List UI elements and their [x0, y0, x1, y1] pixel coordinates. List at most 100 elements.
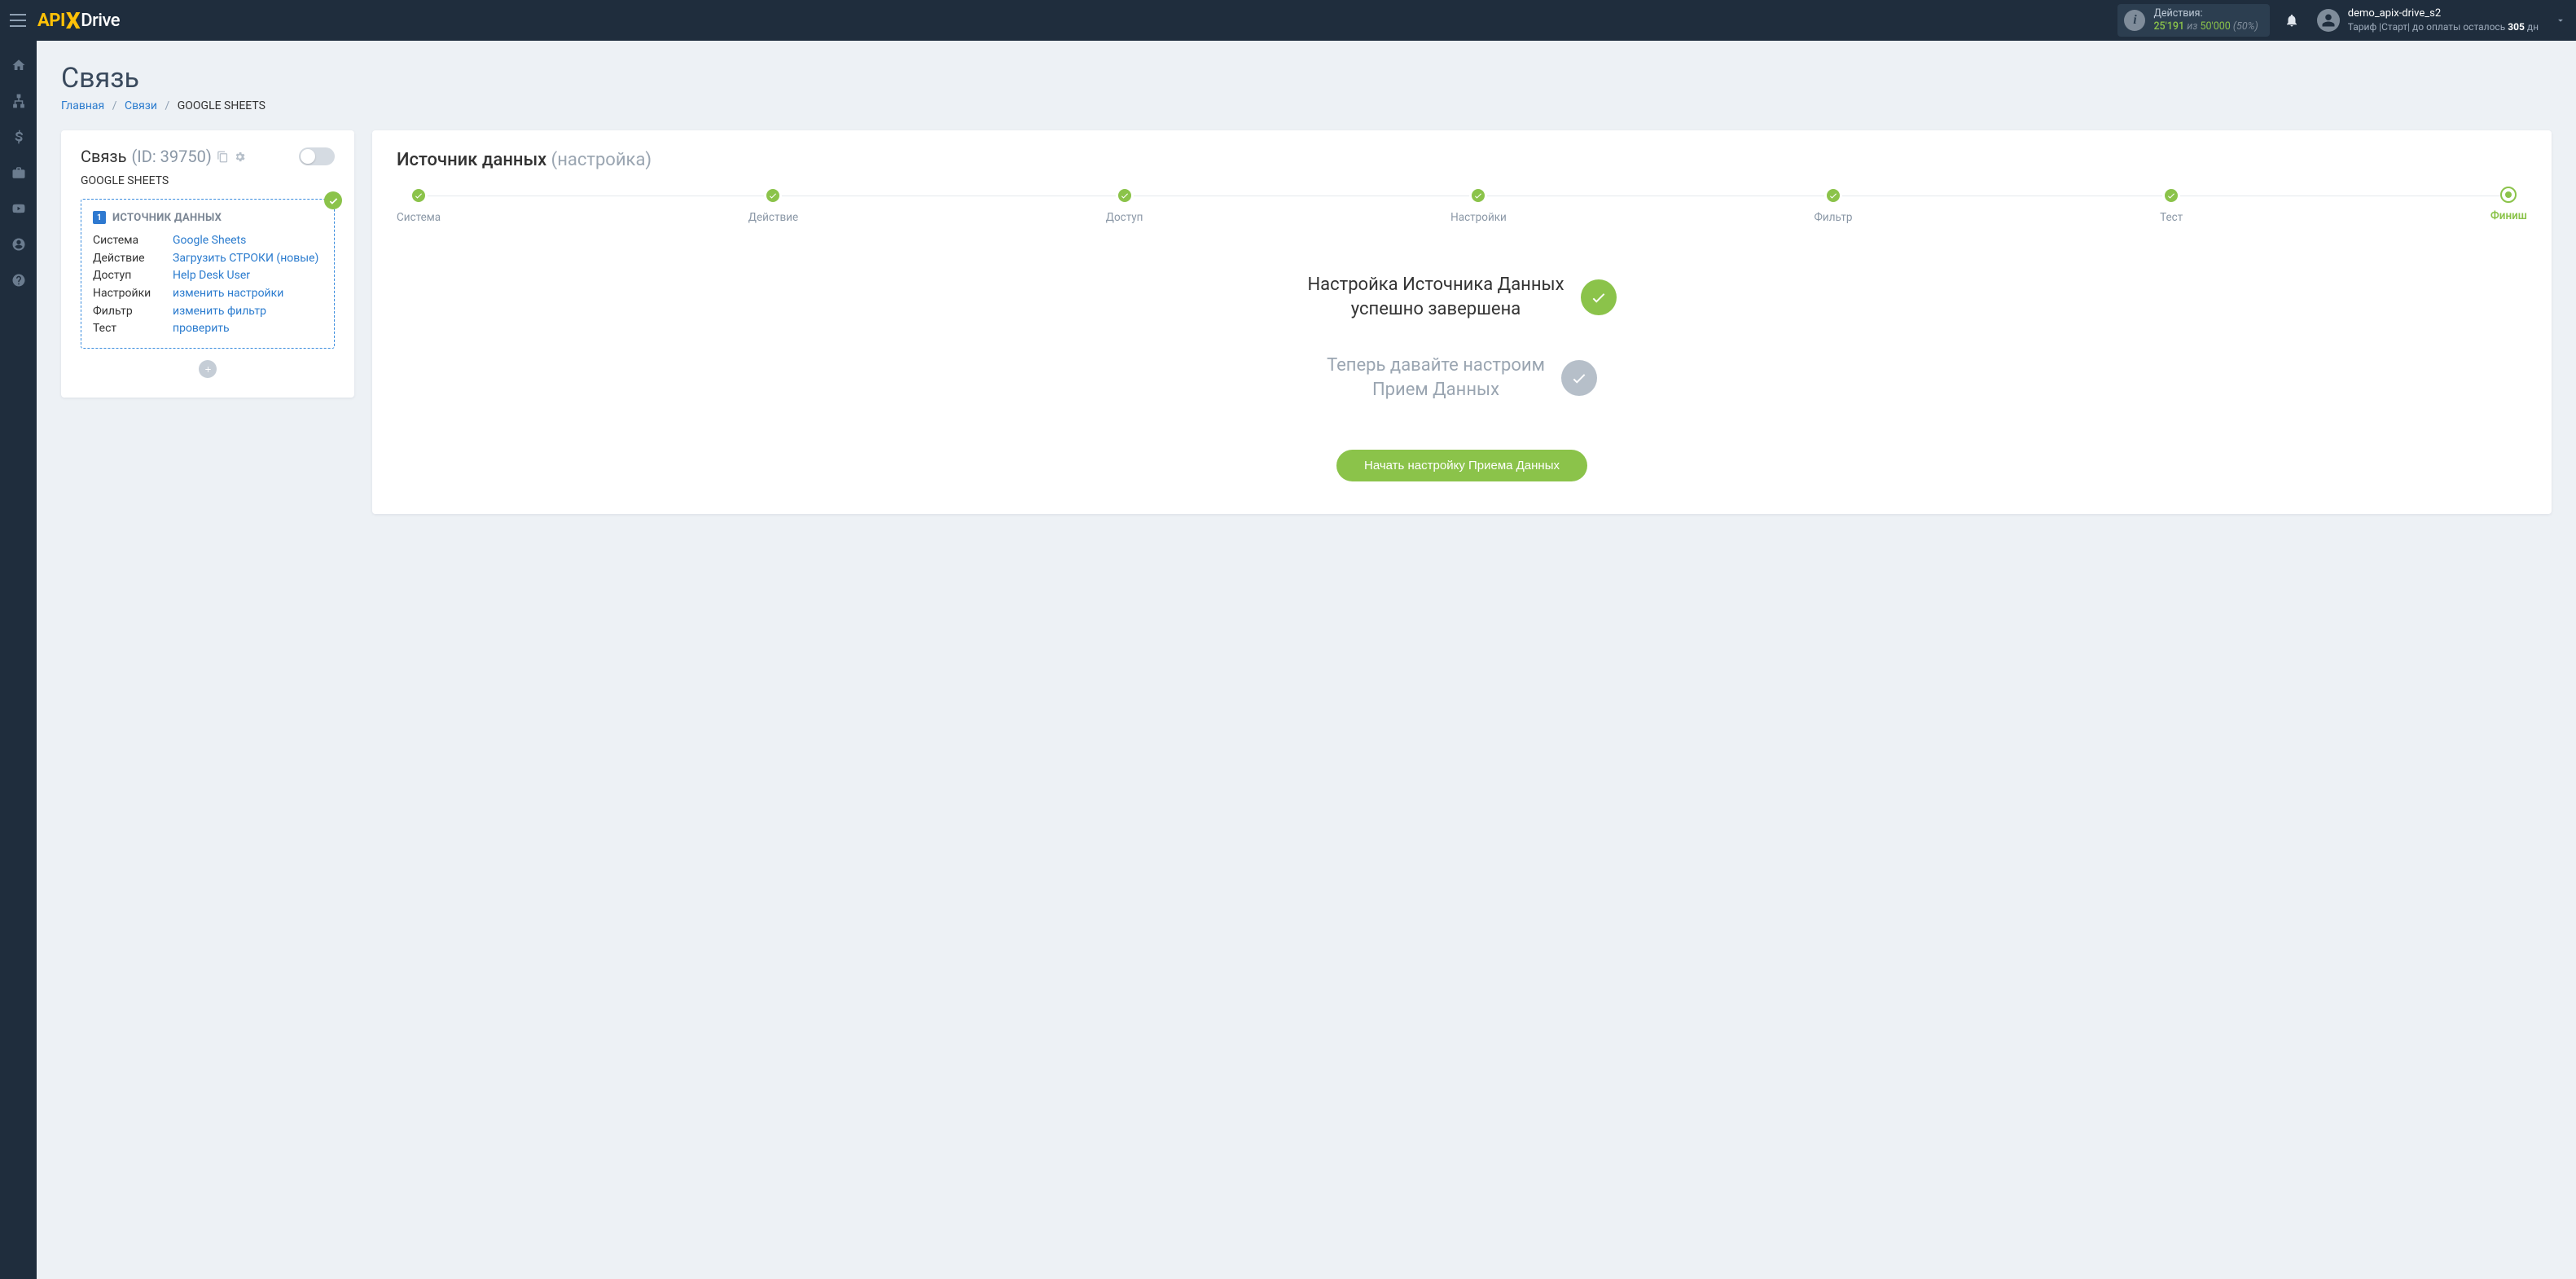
- step-фильтр[interactable]: Фильтр: [1814, 187, 1852, 224]
- connection-sidebar: Связь (ID: 39750) GOOGLE SHEETS 1 ИСТОЧН…: [61, 130, 354, 398]
- source-row: Тестпроверить: [93, 320, 323, 338]
- source-number: 1: [93, 211, 106, 224]
- avatar-icon: [2317, 9, 2340, 32]
- check-icon: [1590, 288, 1608, 306]
- dollar-icon: [11, 130, 26, 144]
- step-действие[interactable]: Действие: [748, 187, 798, 224]
- connection-subtitle: GOOGLE SHEETS: [81, 174, 335, 187]
- chevron-down-icon[interactable]: [2555, 15, 2566, 26]
- step-label: Настройки: [1450, 211, 1507, 224]
- source-complete-badge: [324, 191, 342, 209]
- main-card: Источник данных (настройка) Система Дейст…: [372, 130, 2552, 514]
- step-доступ[interactable]: Доступ: [1106, 187, 1143, 224]
- source-row: Фильтр изменить фильтр: [93, 303, 323, 321]
- source-row-value[interactable]: изменить фильтр: [173, 303, 266, 321]
- source-row-key: Настройки: [93, 285, 158, 303]
- step-тест[interactable]: Тест: [2160, 187, 2183, 224]
- source-row: ДействиеЗагрузить СТРОКИ (новые): [93, 250, 323, 268]
- user-icon: [11, 237, 26, 252]
- copy-icon[interactable]: [217, 151, 229, 163]
- source-row-value[interactable]: проверить: [173, 320, 230, 338]
- status-success-line2: успешно завершена: [1307, 297, 1564, 322]
- breadcrumb-home[interactable]: Главная: [61, 99, 104, 112]
- briefcase-icon: [11, 165, 26, 180]
- actions-label: Действия:: [2153, 7, 2258, 20]
- add-block-button[interactable]: [199, 360, 217, 378]
- topbar: APIXDrive i Действия: 25'191 из 50'000 (…: [0, 0, 2576, 41]
- step-dot: [1469, 187, 1487, 204]
- check-icon: [1570, 369, 1588, 387]
- connection-title: Связь: [81, 147, 126, 166]
- connection-header: Связь (ID: 39750): [81, 147, 246, 166]
- stepper: Система Действие Доступ Настройки Фильтр Тест…: [397, 187, 2527, 224]
- status-success-line1: Настройка Источника Данных: [1307, 273, 1564, 297]
- youtube-icon: [11, 201, 26, 216]
- check-icon: [414, 191, 423, 200]
- gear-icon[interactable]: [234, 151, 246, 163]
- source-title: 1 ИСТОЧНИК ДАННЫХ: [93, 211, 323, 224]
- step-label: Фильтр: [1814, 211, 1852, 224]
- breadcrumb-current: GOOGLE SHEETS: [178, 99, 265, 112]
- connection-toggle[interactable]: [299, 147, 335, 165]
- check-icon: [1120, 191, 1130, 200]
- source-row-key: Фильтр: [93, 303, 158, 321]
- step-финиш[interactable]: Финиш: [2490, 187, 2527, 222]
- step-dot: [1116, 187, 1134, 204]
- source-row: Доступ Help Desk User: [93, 267, 323, 285]
- step-dot: [2500, 187, 2517, 203]
- info-icon: i: [2124, 10, 2145, 31]
- home-icon: [11, 58, 26, 73]
- source-row-value[interactable]: Загрузить СТРОКИ (новые): [173, 250, 318, 268]
- start-destination-button[interactable]: Начать настройку Приема Данных: [1336, 450, 1587, 481]
- nav-videos[interactable]: [0, 192, 37, 225]
- sitemap-icon: [11, 94, 26, 108]
- step-система[interactable]: Система: [397, 187, 441, 224]
- actions-used: 25'191: [2153, 20, 2184, 33]
- nav-connections[interactable]: [0, 85, 37, 117]
- plus-icon: [204, 365, 213, 374]
- actions-text: Действия: 25'191 из 50'000 (50%): [2153, 7, 2258, 33]
- step-label: Система: [397, 211, 441, 224]
- check-icon: [1828, 191, 1838, 200]
- nav-billing[interactable]: [0, 121, 37, 153]
- source-row-key: Доступ: [93, 267, 158, 285]
- nav-account[interactable]: [0, 228, 37, 261]
- logo-api: API: [37, 11, 65, 31]
- user-name: demo_apix-drive_s2: [2348, 7, 2539, 21]
- step-dot: [1824, 187, 1842, 204]
- breadcrumb-links[interactable]: Связи: [125, 99, 157, 112]
- status-next: Теперь давайте настроим Прием Данных: [397, 354, 2527, 402]
- actions-counter[interactable]: i Действия: 25'191 из 50'000 (50%): [2117, 4, 2269, 36]
- source-row-key: Система: [93, 232, 158, 250]
- source-row-value[interactable]: изменить настройки: [173, 285, 283, 303]
- logo-drive: Drive: [81, 11, 120, 31]
- nav-help[interactable]: [0, 264, 37, 297]
- logo[interactable]: APIXDrive: [37, 11, 120, 31]
- step-dot: [410, 187, 428, 204]
- breadcrumb: Главная / Связи / GOOGLE SHEETS: [61, 99, 2552, 112]
- status-success: Настройка Источника Данных успешно завер…: [397, 273, 2527, 321]
- check-icon: [1473, 191, 1483, 200]
- step-label: Финиш: [2490, 209, 2527, 222]
- main-content: Связь Главная / Связи / GOOGLE SHEETS Св…: [37, 41, 2576, 535]
- source-row-value[interactable]: Help Desk User: [173, 267, 250, 285]
- main-title: Источник данных (настройка): [397, 150, 2527, 170]
- nav-home[interactable]: [0, 49, 37, 81]
- status-next-line2: Прием Данных: [1327, 378, 1545, 402]
- user-menu[interactable]: demo_apix-drive_s2 Тариф |Старт| до опла…: [2317, 7, 2539, 33]
- step-label: Действие: [748, 211, 798, 224]
- bell-icon[interactable]: [2284, 13, 2299, 28]
- step-dot: [764, 187, 782, 204]
- source-block[interactable]: 1 ИСТОЧНИК ДАННЫХ Система Google SheetsДе…: [81, 199, 335, 349]
- source-row-value[interactable]: Google Sheets: [173, 232, 246, 250]
- nav-work[interactable]: [0, 156, 37, 189]
- source-row: Настройки изменить настройки: [93, 285, 323, 303]
- menu-toggle[interactable]: [10, 14, 26, 27]
- check-icon: [768, 191, 778, 200]
- source-heading: ИСТОЧНИК ДАННЫХ: [112, 212, 222, 224]
- step-настройки[interactable]: Настройки: [1450, 187, 1507, 224]
- actions-total: 50'000: [2200, 20, 2230, 33]
- step-label: Тест: [2160, 211, 2183, 224]
- actions-percent: (50%): [2233, 20, 2258, 33]
- user-text: demo_apix-drive_s2 Тариф |Старт| до опла…: [2348, 7, 2539, 33]
